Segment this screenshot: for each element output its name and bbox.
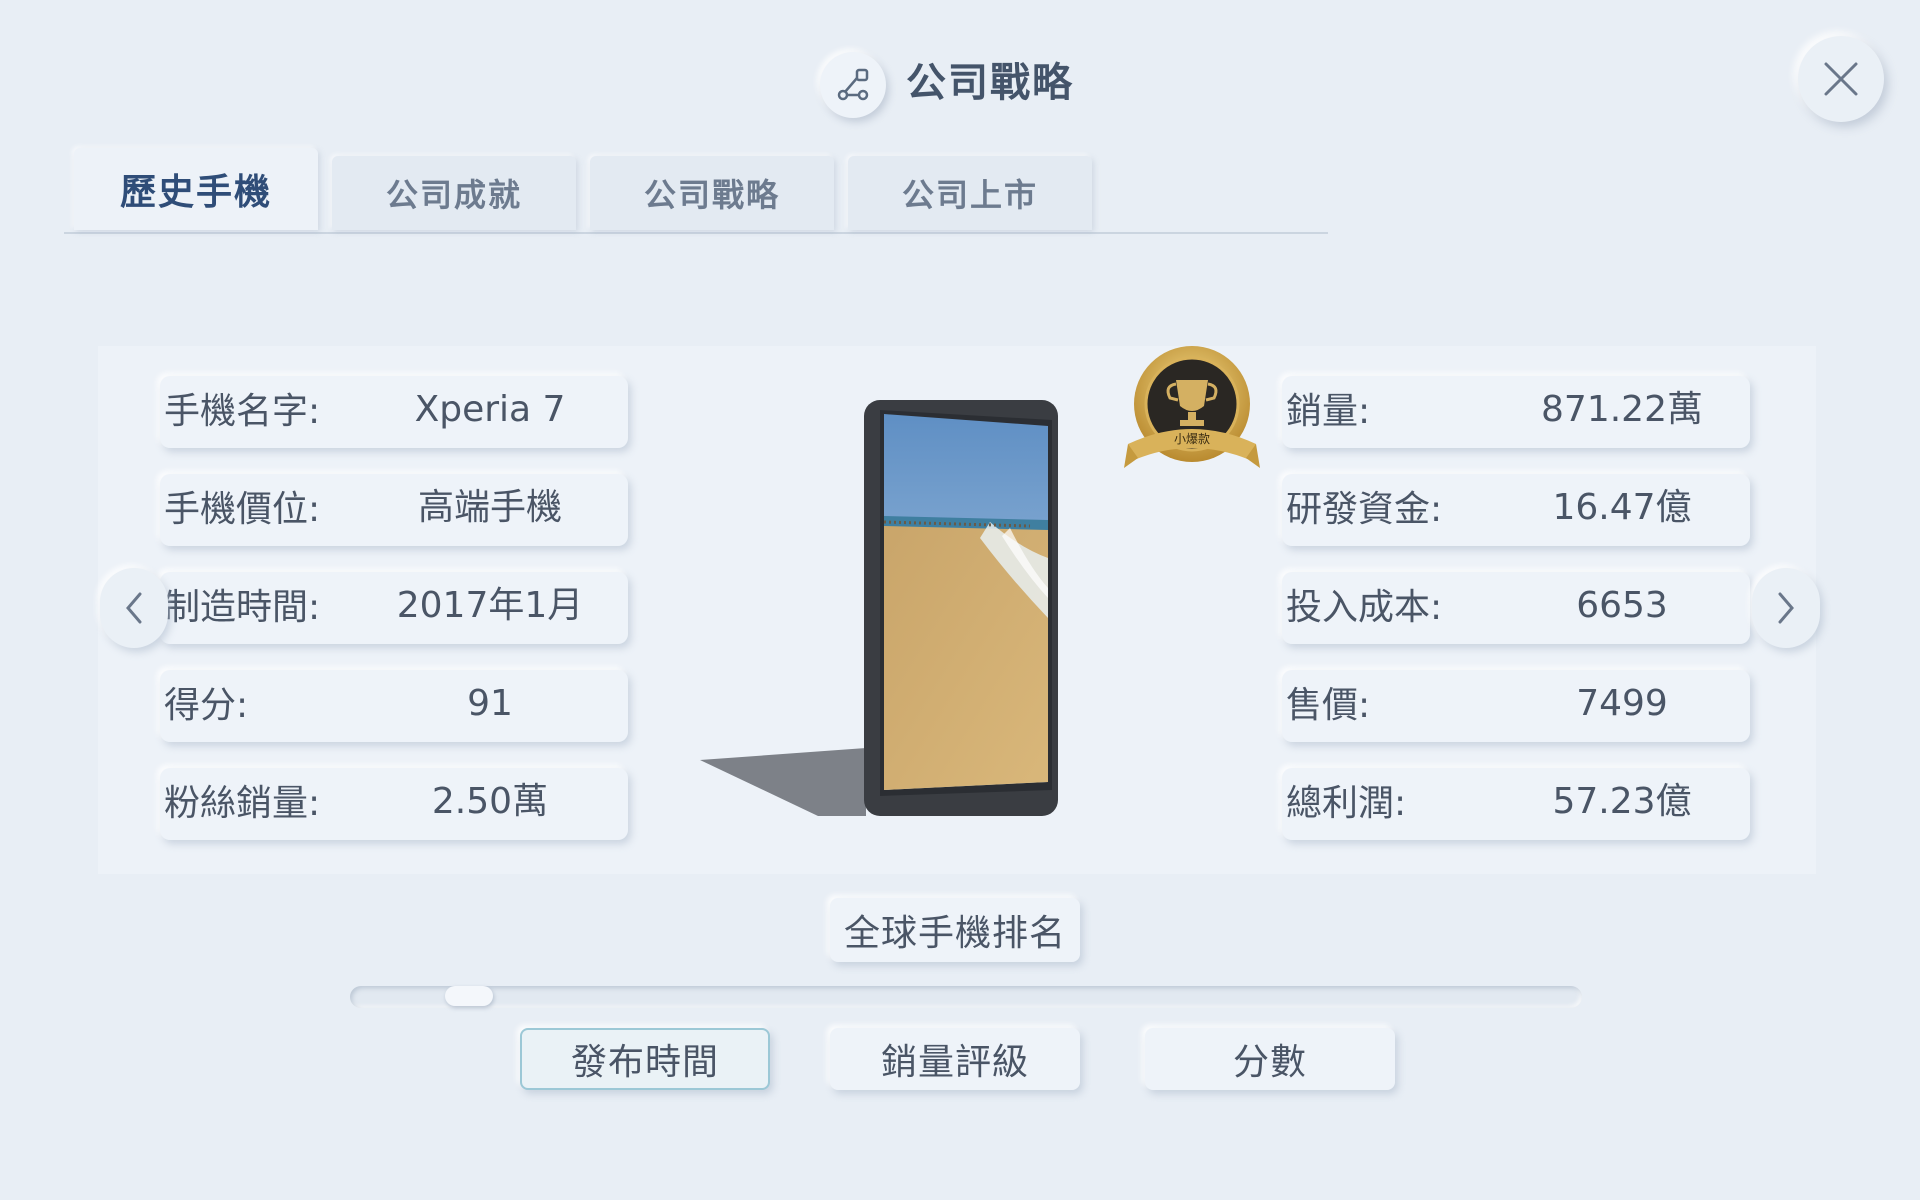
- field-value: 2.50萬: [431, 781, 549, 822]
- field-fan-sales: 粉絲銷量: 2.50萬: [160, 768, 628, 840]
- global-ranking-title: 全球手機排名: [830, 898, 1080, 962]
- sales-badge: 小爆款: [1124, 344, 1260, 482]
- field-value: 7499: [1576, 683, 1668, 724]
- close-icon: [1824, 62, 1858, 96]
- field-score: 得分: 91: [160, 670, 628, 742]
- field-label: 研發資金:: [1286, 489, 1443, 530]
- field-total-profit: 總利潤: 57.23億: [1282, 768, 1750, 840]
- prev-phone-button[interactable]: [100, 568, 168, 648]
- field-label: 手機價位:: [164, 489, 321, 530]
- tabs-divider: [64, 232, 1328, 234]
- sort-by-score-button[interactable]: 分數: [1145, 1028, 1395, 1090]
- field-label: 手機名字:: [164, 391, 321, 432]
- field-value: 91: [467, 683, 513, 724]
- field-value: 16.47億: [1552, 487, 1692, 528]
- badge-label: 小爆款: [1174, 432, 1210, 446]
- field-value: 2017年1月: [396, 585, 584, 626]
- slider-thumb[interactable]: [445, 986, 493, 1006]
- field-label: 總利潤:: [1286, 783, 1407, 824]
- field-label: 銷量:: [1286, 391, 1371, 432]
- phone-image: [690, 398, 1070, 818]
- sort-by-sales-rating-button[interactable]: 銷量評級: [830, 1028, 1080, 1090]
- field-value: 57.23億: [1552, 781, 1692, 822]
- next-phone-button[interactable]: [1752, 568, 1820, 648]
- field-price: 售價: 7499: [1282, 670, 1750, 742]
- field-value: Xperia 7: [414, 389, 566, 430]
- field-cost: 投入成本: 6653: [1282, 572, 1750, 644]
- tab-achievements[interactable]: 公司成就: [332, 156, 576, 230]
- sort-by-release-date-button[interactable]: 發布時間: [520, 1028, 770, 1090]
- field-manufacture-date: 制造時間: 2017年1月: [160, 572, 628, 644]
- ranking-slider[interactable]: [350, 986, 1582, 1008]
- chevron-right-icon: [1778, 592, 1794, 624]
- page-title: 公司戰略: [906, 60, 1074, 106]
- chevron-left-icon: [126, 592, 142, 624]
- close-button[interactable]: [1798, 36, 1884, 122]
- field-label: 售價:: [1286, 685, 1371, 726]
- strategy-icon: [820, 52, 886, 118]
- field-price-tier: 手機價位: 高端手機: [160, 474, 628, 546]
- field-sales: 銷量: 871.22萬: [1282, 376, 1750, 448]
- field-value: 871.22萬: [1541, 389, 1703, 430]
- field-label: 投入成本:: [1286, 587, 1443, 628]
- tab-history-phones[interactable]: 歷史手機: [74, 148, 318, 230]
- tab-strategy[interactable]: 公司戰略: [590, 156, 834, 230]
- field-phone-name: 手機名字: Xperia 7: [160, 376, 628, 448]
- field-label: 制造時間:: [164, 587, 321, 628]
- field-value: 高端手機: [417, 487, 562, 528]
- tab-ipo[interactable]: 公司上市: [848, 156, 1092, 230]
- field-rd-funds: 研發資金: 16.47億: [1282, 474, 1750, 546]
- field-value: 6653: [1576, 585, 1668, 626]
- field-label: 得分:: [164, 685, 249, 726]
- field-label: 粉絲銷量:: [164, 783, 321, 824]
